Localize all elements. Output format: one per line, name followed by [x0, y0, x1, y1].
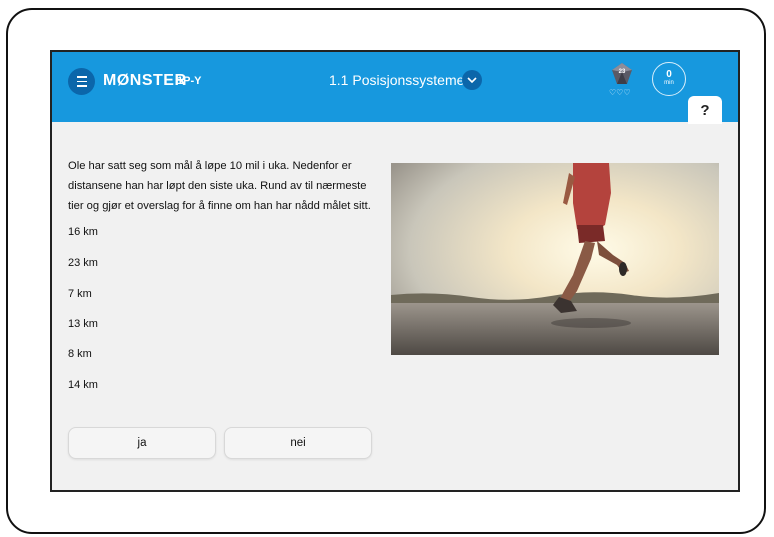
runner-photo: [391, 163, 719, 355]
distance-item: 7 km: [68, 288, 92, 300]
answer-no-button[interactable]: nei: [224, 427, 372, 459]
menu-icon: [76, 74, 87, 88]
gem-count: 23: [618, 69, 626, 75]
question-text: Ole har satt seg som mål å løpe 10 mil i…: [68, 160, 371, 212]
lives-hearts: ♡♡♡: [609, 88, 631, 97]
top-bar: MØNSTER 1P-Y 1.1 Posisjonssystemet 23 ♡♡…: [52, 52, 738, 122]
menu-button[interactable]: [68, 68, 95, 95]
distance-item: 8 km: [68, 348, 92, 360]
distance-item: 23 km: [68, 257, 98, 269]
topic-title[interactable]: 1.1 Posisjonssystemet: [329, 72, 468, 88]
help-button[interactable]: ?: [688, 96, 722, 124]
timer-icon: 0 min: [652, 62, 686, 96]
distance-item: 16 km: [68, 226, 98, 238]
chevron-down-icon: [467, 76, 477, 83]
brand-subtitle: 1P-Y: [177, 75, 202, 87]
timer-value: 0: [666, 69, 672, 80]
app-screen: MØNSTER 1P-Y 1.1 Posisjonssystemet 23 ♡♡…: [50, 50, 740, 492]
timer-unit: min: [664, 80, 674, 86]
answer-yes-button[interactable]: ja: [68, 427, 216, 459]
distance-item: 14 km: [68, 379, 98, 391]
distance-item: 13 km: [68, 318, 98, 330]
topic-dropdown-button[interactable]: [462, 70, 482, 90]
brand-logo: MØNSTER: [103, 72, 187, 89]
